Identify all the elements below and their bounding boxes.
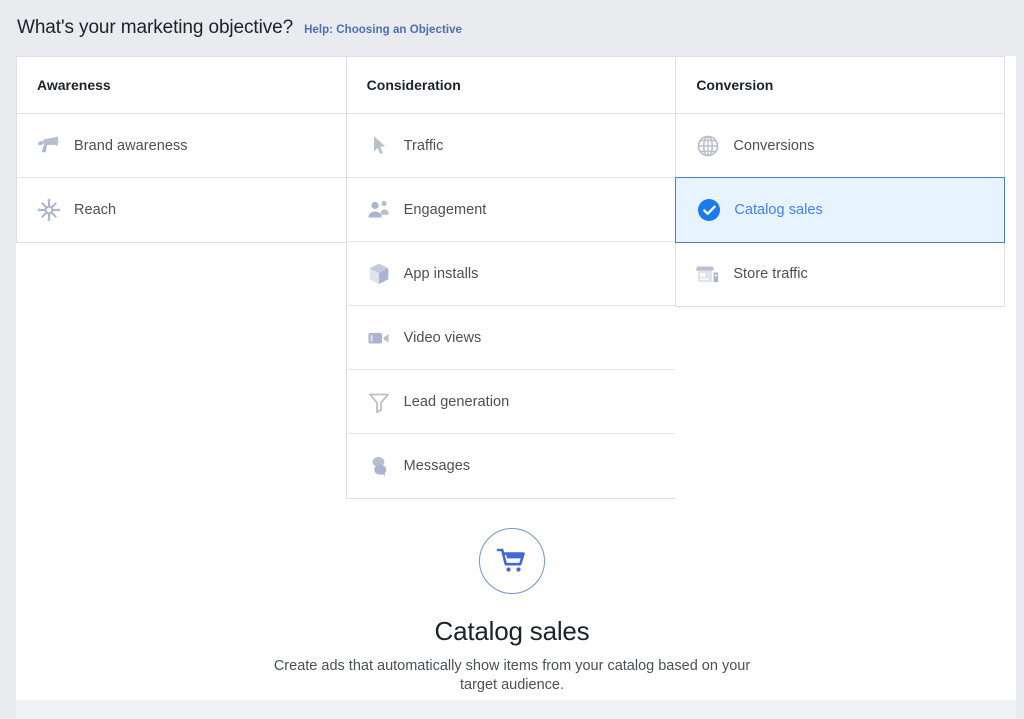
objective-column-consideration: Consideration Traffic Engagement App instal…: [346, 56, 676, 499]
video-camera-icon: [364, 323, 394, 353]
objective-detail-panel: Catalog sales Create ads that automatica…: [0, 528, 1024, 695]
bottom-strip: [0, 700, 1024, 719]
objective-option-catalog-sales[interactable]: Catalog sales: [675, 177, 1005, 243]
check-circle-icon: [698, 199, 720, 221]
objective-option-label: Store traffic: [733, 266, 808, 282]
objective-option-label: Traffic: [404, 138, 444, 154]
objective-option-lead-generation[interactable]: Lead generation: [347, 370, 676, 434]
burst-icon: [34, 195, 64, 225]
people-icon: [364, 195, 394, 225]
objective-option-messages[interactable]: Messages: [347, 434, 676, 498]
objective-option-label: Video views: [404, 330, 482, 346]
cursor-icon: [364, 131, 394, 161]
detail-description: Create ads that automatically show items…: [262, 657, 762, 695]
bottom-strip-inner: [16, 700, 1016, 719]
objective-option-label: Brand awareness: [74, 138, 188, 154]
objective-option-label: App installs: [404, 266, 479, 282]
objective-option-label: Engagement: [404, 202, 487, 218]
storefront-icon: [693, 259, 723, 289]
check-circle-icon: [694, 195, 724, 225]
objective-option-traffic[interactable]: Traffic: [347, 114, 676, 178]
column-header: Consideration: [347, 57, 676, 114]
funnel-icon: [364, 387, 394, 417]
objective-option-video-views[interactable]: Video views: [347, 306, 676, 370]
globe-icon: [693, 131, 723, 161]
page-header: What's your marketing objective? Help: C…: [0, 0, 1024, 56]
chat-bubbles-icon: [364, 451, 394, 481]
objective-option-label: Reach: [74, 202, 116, 218]
objective-option-app-installs[interactable]: App installs: [347, 242, 676, 306]
objective-option-label: Catalog sales: [734, 202, 823, 218]
shopping-cart-icon: [479, 528, 545, 594]
objective-option-engagement[interactable]: Engagement: [347, 178, 676, 242]
objective-option-brand-awareness[interactable]: Brand awareness: [17, 114, 346, 178]
help-link[interactable]: Help: Choosing an Objective: [304, 24, 462, 36]
objective-option-label: Conversions: [733, 138, 814, 154]
objective-table: Awareness Brand awareness Reach Considerati…: [16, 56, 1005, 499]
objective-option-conversions[interactable]: Conversions: [676, 114, 1004, 178]
detail-title: Catalog sales: [0, 616, 1024, 647]
column-header: Conversion: [676, 57, 1004, 114]
objective-option-label: Messages: [404, 458, 471, 474]
page-title: What's your marketing objective?: [17, 17, 293, 39]
objective-column-awareness: Awareness Brand awareness Reach: [16, 56, 346, 243]
objective-option-reach[interactable]: Reach: [17, 178, 346, 242]
objective-option-store-traffic[interactable]: Store traffic: [676, 242, 1004, 306]
megaphone-icon: [34, 131, 64, 161]
cube-icon: [364, 259, 394, 289]
column-header: Awareness: [17, 57, 346, 114]
objective-option-label: Lead generation: [404, 394, 510, 410]
objective-column-conversion: Conversion Conversions Catalog sales Store …: [675, 56, 1005, 307]
objective-picker-page: What's your marketing objective? Help: C…: [0, 0, 1024, 719]
